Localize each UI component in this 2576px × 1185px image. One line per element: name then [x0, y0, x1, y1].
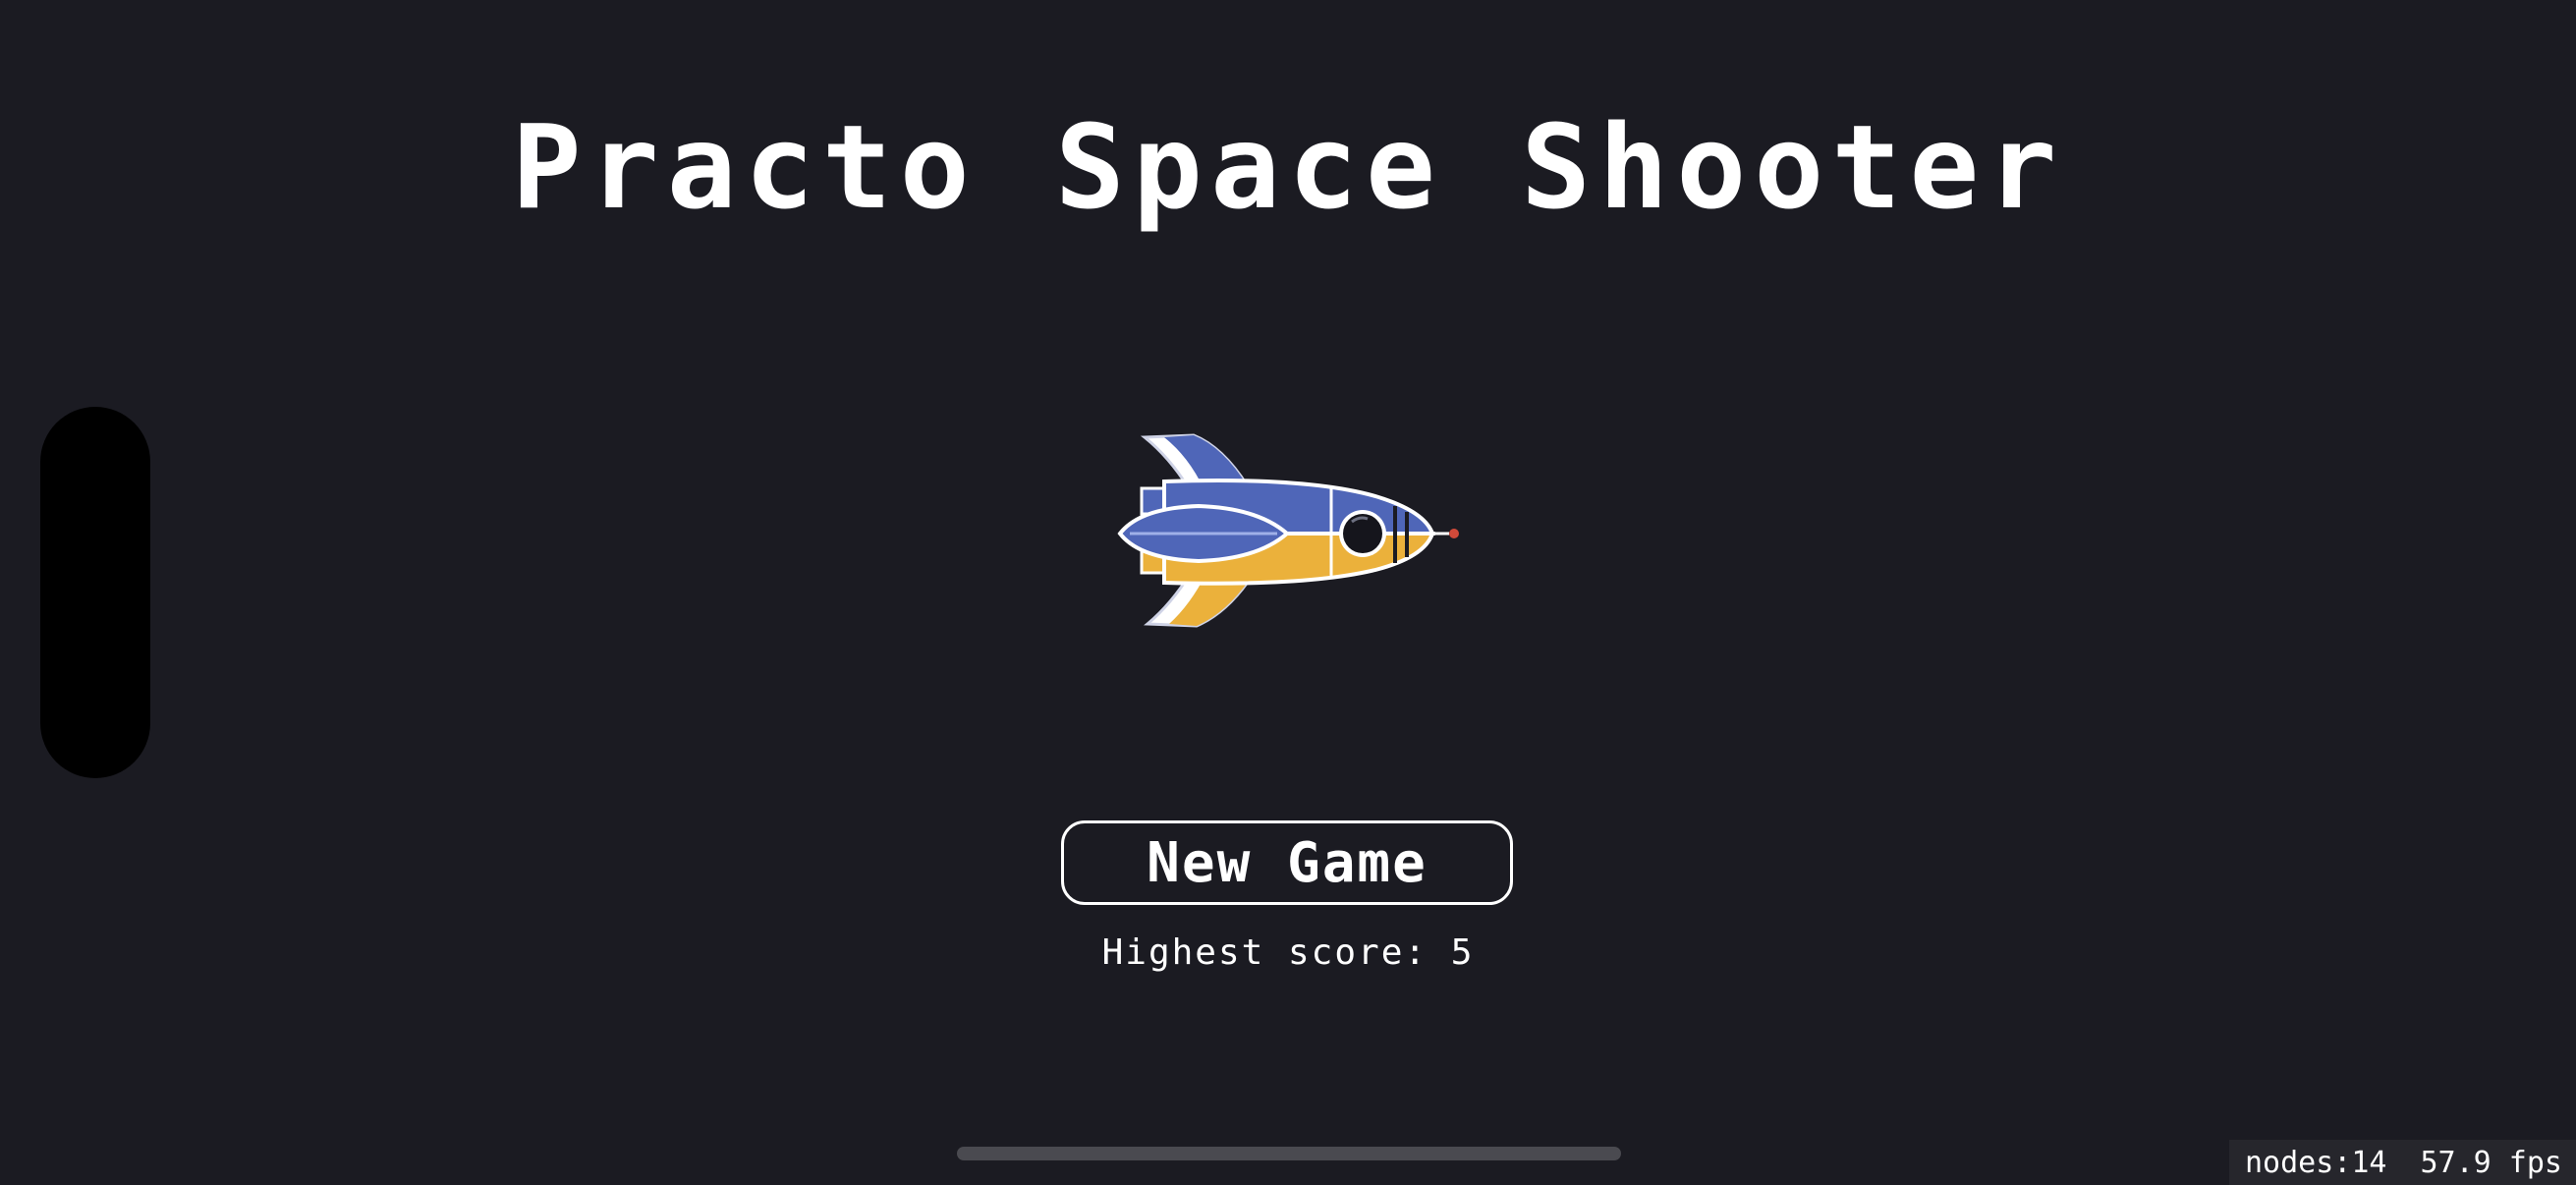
- game-title: Practo Space Shooter: [511, 99, 2065, 235]
- home-indicator-bar[interactable]: [957, 1147, 1621, 1160]
- new-game-button[interactable]: New Game: [1061, 820, 1513, 905]
- spaceship-sprite: [1117, 433, 1459, 628]
- fps-label: 57.9 fps: [2420, 1145, 2563, 1180]
- camera-notch: [40, 407, 150, 778]
- node-count-label: nodes:14: [2245, 1145, 2387, 1180]
- highest-score-label: Highest score: 5: [1101, 932, 1475, 973]
- debug-stats-overlay: nodes:14 57.9 fps: [2229, 1140, 2576, 1185]
- game-screen: Practo Space Shooter New Game Highest sc…: [0, 0, 2576, 1185]
